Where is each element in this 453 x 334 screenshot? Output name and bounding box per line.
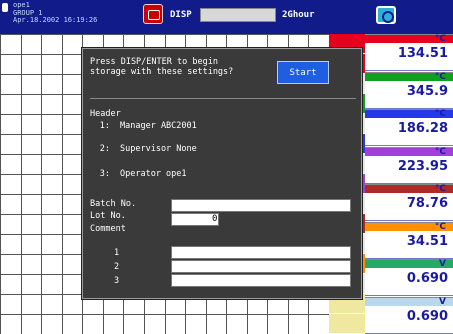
date-time: Apr.18.2002 16:19:26 — [13, 16, 98, 24]
comment-number: 1 — [114, 248, 120, 258]
channel-display: °C 34.51 — [365, 221, 453, 259]
channel-value: 34.51 — [406, 233, 448, 249]
channel-color-bar: °C — [365, 184, 453, 194]
media-disk-icon — [376, 6, 396, 24]
channel-value: 223.95 — [397, 158, 448, 174]
channel-unit: V — [439, 259, 446, 269]
display-label: DISP — [170, 10, 192, 20]
channel-value: 0.690 — [406, 271, 448, 286]
lot-label: Lot No. — [90, 211, 126, 221]
channel-panel: °C 134.51 °C 345.9 °C 186.28 °C 223.95 °C 78.76 °C… — [365, 34, 453, 334]
channel-unit: °C — [434, 71, 446, 82]
batch-field[interactable] — [171, 199, 351, 212]
channel-unit: °C — [434, 109, 446, 119]
channel-value: 345.9 — [406, 83, 448, 99]
batch-label: Batch No. — [90, 199, 137, 209]
storage-confirm-dialog: Press DISP/ENTER to begin storage with t… — [82, 48, 362, 299]
comment-number: 3 — [114, 276, 120, 286]
channel-unit: °C — [434, 221, 446, 232]
header-line-1: 1: Manager ABC2001 — [99, 121, 197, 131]
channel-unit: °C — [434, 146, 446, 157]
record-icon — [143, 4, 163, 24]
comment-number: 2 — [114, 262, 120, 272]
channel-display: °C 345.9 — [365, 71, 453, 109]
comment-field-3[interactable] — [171, 274, 351, 287]
channel-color-bar: V — [365, 259, 453, 269]
channel-color-bar: °C — [365, 146, 453, 157]
channel-color-bar: °C — [365, 71, 453, 82]
channel-value: 78.76 — [406, 196, 448, 211]
channel-color-bar: °C — [365, 34, 453, 44]
channel-value: 186.28 — [397, 121, 448, 136]
header-line-2: 2: Supervisor None — [99, 144, 197, 154]
channel-display: V 0.690 — [365, 259, 453, 296]
channel-unit: V — [439, 296, 446, 307]
channel-display: °C 78.76 — [365, 184, 453, 221]
start-button[interactable]: Start — [277, 61, 329, 84]
channel-display: °C 223.95 — [365, 146, 453, 184]
header-label: Header — [90, 109, 121, 119]
header-line-3: 3: Operator ope1 — [99, 169, 187, 179]
comment-field-2[interactable] — [171, 260, 351, 273]
channel-value: 134.51 — [397, 46, 448, 61]
indicator-icon — [2, 3, 8, 12]
divider — [365, 332, 453, 334]
display-bar — [200, 8, 276, 22]
channel-unit: °C — [434, 184, 446, 194]
divider — [90, 98, 356, 99]
dialog-message: Press DISP/ENTER to begin storage with t… — [90, 57, 234, 77]
scale-cell — [329, 314, 365, 334]
channel-color-bar: °C — [365, 109, 453, 119]
comment-field-1[interactable] — [171, 246, 351, 259]
channel-unit: °C — [434, 34, 446, 44]
channel-value: 0.690 — [406, 308, 448, 324]
channel-display: °C 186.28 — [365, 109, 453, 146]
comment-label: Comment — [90, 224, 126, 234]
status-info: ope1 GROUP 1 Apr.18.2002 16:19:26 — [13, 1, 98, 25]
channel-color-bar: V — [365, 296, 453, 307]
trend-rate: 2Ghour — [282, 10, 315, 20]
lot-field[interactable]: 0 — [171, 213, 219, 226]
status-bar: ope1 GROUP 1 Apr.18.2002 16:19:26 DISP 2… — [0, 0, 453, 34]
channel-display: V 0.690 — [365, 296, 453, 334]
channel-display: °C 134.51 — [365, 34, 453, 71]
channel-color-bar: °C — [365, 221, 453, 232]
